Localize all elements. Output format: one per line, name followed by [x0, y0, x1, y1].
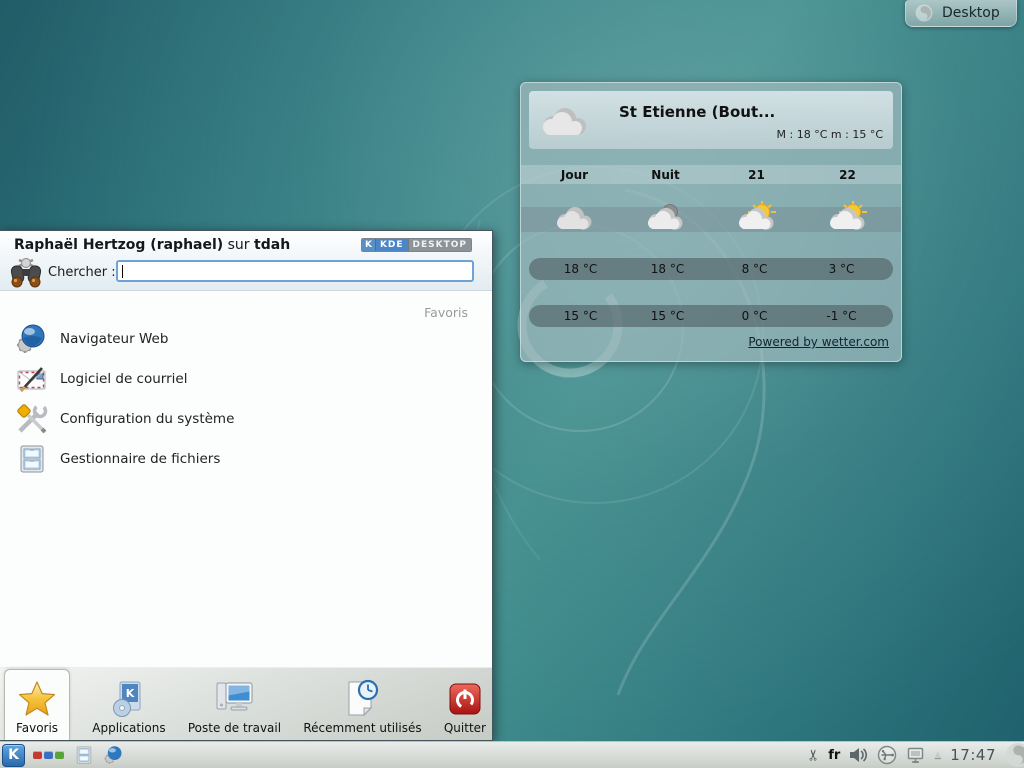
weather-low-temps: 15 °C 15 °C 0 °C -1 °C	[529, 305, 893, 327]
weather-minmax: M : 18 °C m : 15 °C	[777, 128, 883, 141]
badge-kde-label: KDE	[376, 239, 408, 251]
menu-item-label: Logiciel de courriel	[60, 371, 187, 387]
weather-col-night: Nuit	[620, 168, 711, 182]
wetter-com-link[interactable]: Powered by wetter.com	[748, 335, 889, 349]
favorites-section-label: Favoris	[424, 305, 468, 320]
weather-icon-cloudy	[529, 187, 620, 233]
file-manager-launcher[interactable]	[74, 745, 94, 765]
weather-header: St Etienne (Bout... M : 18 °C m : 15 °C	[529, 91, 893, 149]
recent-documents-icon	[341, 677, 383, 721]
desktop-toolbox[interactable]: Desktop	[905, 0, 1017, 27]
kmenu-launcher-button[interactable]: K	[2, 744, 25, 767]
high-temp: 18 °C	[537, 262, 624, 276]
tab-label: Récemment utilisés	[303, 721, 421, 735]
tab-recemment-utilises[interactable]: Récemment utilisés	[303, 669, 421, 740]
tab-applications[interactable]: K Applications	[92, 669, 165, 740]
desktop-toolbox-label: Desktop	[942, 5, 1000, 21]
system-tray: ✂ fr ▲ 17:47	[807, 742, 1024, 768]
menu-item-label: Navigateur Web	[60, 331, 168, 347]
search-input[interactable]	[116, 260, 474, 282]
web-browser-icon	[16, 323, 48, 355]
volume-icon[interactable]	[849, 746, 868, 764]
menu-item-label: Gestionnaire de fichiers	[60, 451, 220, 467]
applications-icon: K	[108, 677, 150, 721]
weather-icon-partly-sunny	[711, 187, 802, 233]
cashew-icon	[914, 3, 934, 23]
tab-label: Favoris	[16, 721, 58, 735]
kickoff-menu: Raphaël Hertzog (raphael) sur tdah K KDE…	[0, 230, 493, 741]
power-icon	[445, 677, 485, 721]
text-caret	[122, 265, 123, 278]
tab-favoris[interactable]: Favoris	[4, 669, 70, 740]
high-temp: 3 °C	[798, 262, 885, 276]
kickoff-tabbar: Favoris K Applications	[0, 667, 492, 740]
tab-label: Poste de travail	[188, 721, 281, 735]
low-temp: -1 °C	[798, 309, 885, 323]
weather-location-title: St Etienne (Bout...	[619, 103, 775, 121]
pager-dot-green[interactable]	[55, 751, 64, 759]
search-row: Chercher :	[6, 255, 478, 291]
favorites-list: Navigateur Web Logiciel de courriel	[0, 319, 484, 479]
tab-label: Applications	[92, 721, 165, 735]
file-manager-icon	[74, 745, 94, 765]
svg-text:K: K	[126, 687, 135, 700]
weather-widget: St Etienne (Bout... M : 18 °C m : 15 °C …	[520, 82, 902, 362]
tab-label: Quitter	[444, 721, 486, 735]
device-notifier-usb-icon[interactable]	[877, 745, 897, 765]
low-temp: 15 °C	[624, 309, 711, 323]
kickoff-content: Favoris Navigateur Web	[0, 291, 492, 669]
kmenu-letter: K	[8, 747, 19, 763]
badge-desktop-label: DESKTOP	[408, 239, 471, 251]
weather-high-temps: 18 °C 18 °C 8 °C 3 °C	[529, 258, 893, 280]
star-icon	[16, 677, 58, 721]
panel-cashew-icon[interactable]	[1005, 742, 1024, 768]
taskbar-panel: K ✂ fr	[0, 741, 1024, 768]
email-icon	[16, 363, 48, 395]
menu-item-web-browser[interactable]: Navigateur Web	[0, 319, 484, 359]
user-name: Raphaël Hertzog (raphael)	[14, 237, 223, 253]
menu-item-email[interactable]: Logiciel de courriel	[0, 359, 484, 399]
network-monitor-icon[interactable]	[906, 746, 925, 765]
weather-col-date1: 21	[711, 168, 802, 182]
high-temp: 18 °C	[624, 262, 711, 276]
menu-item-label: Configuration du système	[60, 411, 234, 427]
computer-icon	[211, 677, 257, 721]
pager-dot-red[interactable]	[33, 751, 42, 759]
weather-icon-partly-sunny	[802, 187, 893, 233]
weather-column-headers: Jour Nuit 21 22	[521, 165, 901, 184]
low-temp: 15 °C	[537, 309, 624, 323]
tab-poste-de-travail[interactable]: Poste de travail	[188, 669, 281, 740]
klipper-scissors-icon[interactable]: ✂	[804, 749, 822, 762]
cloudy-icon	[537, 105, 595, 139]
desktop-pager[interactable]	[33, 751, 64, 759]
file-manager-icon	[16, 443, 48, 475]
user-identity: Raphaël Hertzog (raphael) sur tdah	[14, 237, 290, 253]
tray-expand-arrow-icon[interactable]: ▲	[934, 750, 941, 760]
weather-col-day: Jour	[529, 168, 620, 182]
menu-item-file-manager[interactable]: Gestionnaire de fichiers	[0, 439, 484, 479]
menu-item-system-settings[interactable]: Configuration du système	[0, 399, 484, 439]
weather-condition-icons	[521, 187, 901, 233]
keyboard-layout-indicator[interactable]: fr	[828, 748, 840, 763]
weather-col-date2: 22	[802, 168, 893, 182]
low-temp: 0 °C	[711, 309, 798, 323]
host-name: tdah	[254, 237, 290, 253]
system-settings-icon	[16, 403, 48, 435]
kde-logo-icon: K	[362, 239, 376, 251]
web-browser-icon	[104, 745, 124, 765]
pager-dot-blue[interactable]	[44, 751, 53, 759]
high-temp: 8 °C	[711, 262, 798, 276]
kde-desktop-badge: K KDE DESKTOP	[361, 238, 472, 252]
kickoff-header: Raphaël Hertzog (raphael) sur tdah K KDE…	[0, 231, 492, 291]
search-binoculars-icon	[8, 255, 44, 291]
search-label: Chercher :	[48, 265, 116, 280]
tab-quitter[interactable]: Quitter	[444, 669, 486, 740]
web-browser-launcher[interactable]	[104, 745, 124, 765]
user-separator: sur	[228, 237, 250, 253]
weather-icon-cloudy-night	[620, 187, 711, 233]
digital-clock[interactable]: 17:47	[950, 746, 996, 764]
